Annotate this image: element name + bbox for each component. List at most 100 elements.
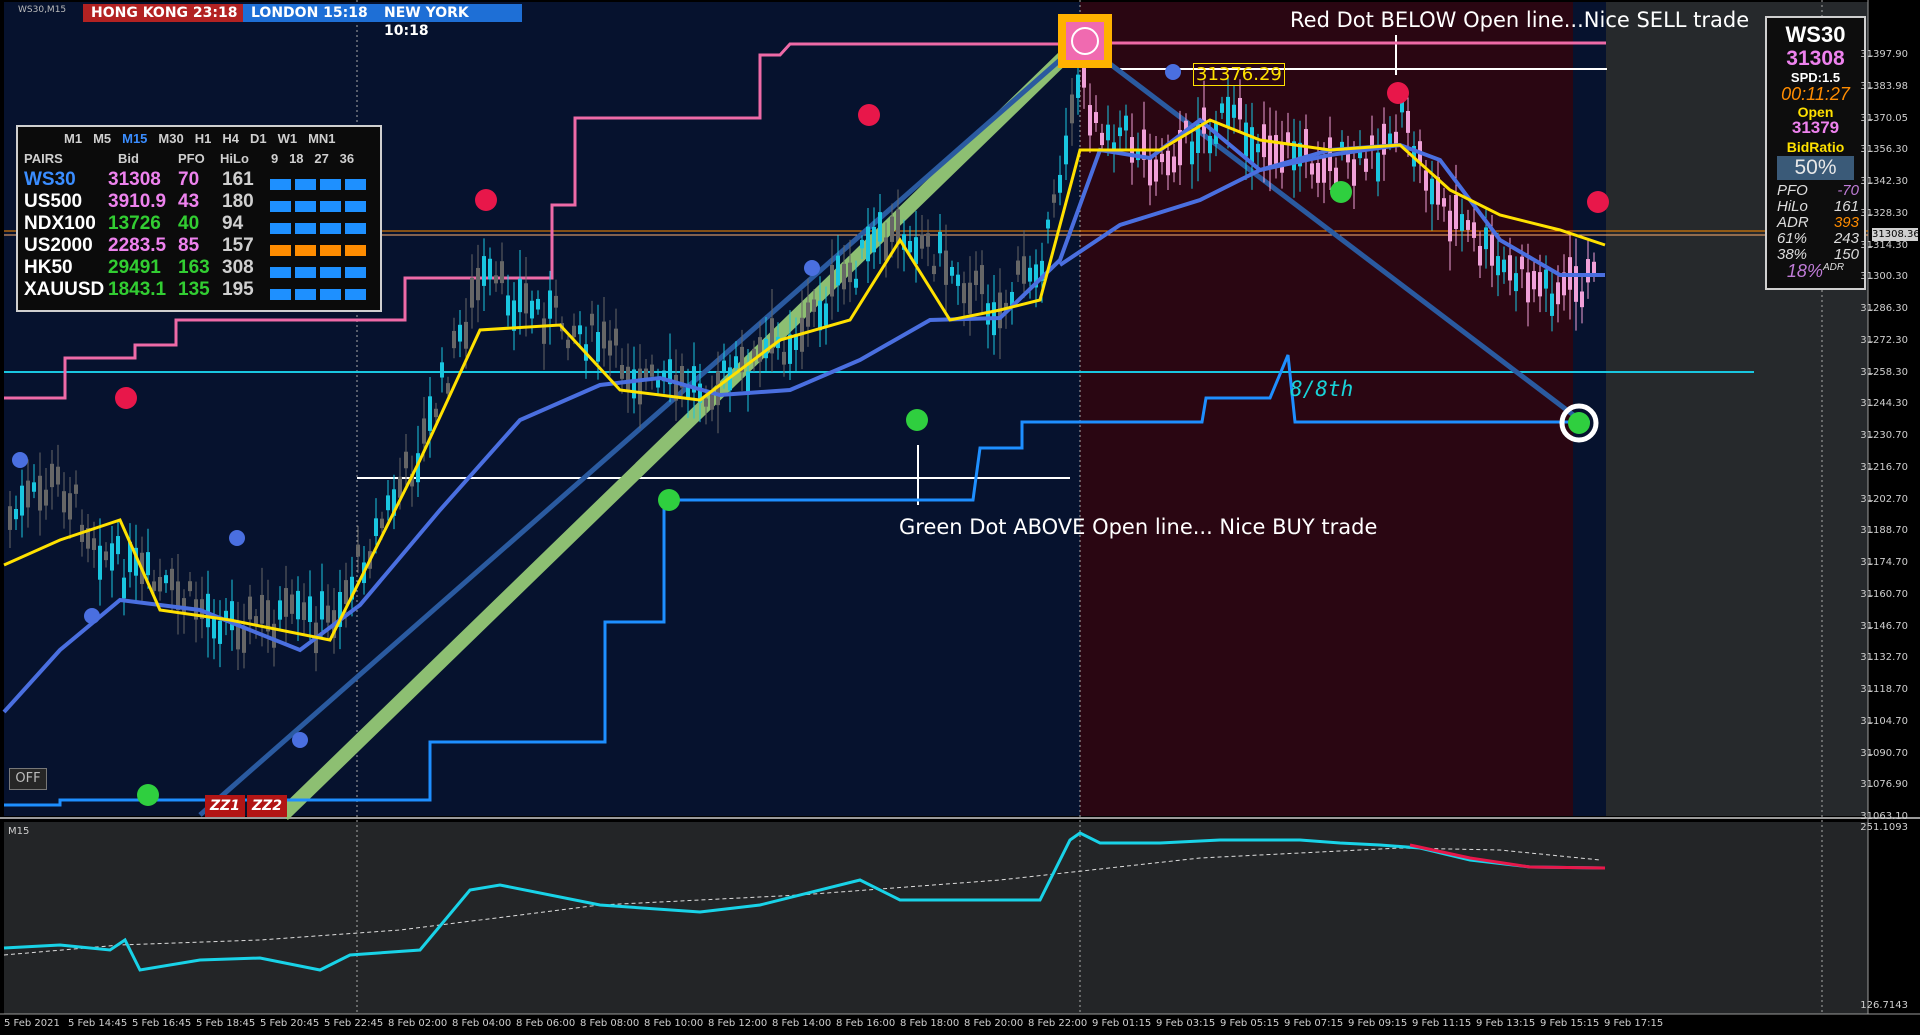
y-axis-label: 31076.90	[1860, 779, 1908, 791]
pairs-header: PAIRS	[24, 151, 63, 166]
candle-body	[1088, 105, 1092, 136]
candle-body	[866, 226, 870, 262]
pair-pair: US500	[24, 191, 83, 212]
timeframe-d1[interactable]: D1	[250, 131, 267, 146]
candle-body	[1514, 273, 1518, 292]
candle-body	[32, 482, 36, 492]
off-button[interactable]: OFF	[9, 768, 47, 790]
timeframe-h1[interactable]: H1	[195, 131, 212, 146]
info-stat-row: ADR 393	[1777, 214, 1863, 231]
candle-body	[1046, 219, 1050, 229]
y-axis-label: 31118.70	[1860, 684, 1908, 695]
x-axis-label: 8 Feb 06:00	[516, 1018, 576, 1029]
candle-body	[386, 495, 390, 511]
x-axis-label: 5 Feb 14:45	[68, 1018, 128, 1029]
timeframe-h4[interactable]: H4	[222, 131, 239, 146]
candle-body	[1376, 152, 1380, 182]
candle-body	[500, 261, 504, 284]
buy-signal-dot	[1330, 181, 1352, 203]
candle-body	[1304, 129, 1308, 156]
trend-bar	[295, 267, 316, 278]
pair-row[interactable]: US2000 2283.5 85 157	[24, 235, 374, 257]
candle-body	[482, 256, 486, 286]
candle-body	[302, 602, 306, 620]
candle-body	[434, 408, 438, 418]
candle-body	[1472, 222, 1476, 238]
timeframe-selector[interactable]: M1 M5 M15 M30 H1 H4 D1 W1 MN1	[64, 131, 347, 146]
y-axis-label: 31090.70	[1860, 747, 1908, 759]
bid-header: Bid	[118, 151, 139, 166]
candle-body	[374, 518, 378, 537]
price-tag: 31376.29	[1193, 63, 1285, 86]
candle-body	[242, 626, 246, 653]
sub-pane-bg	[4, 822, 1868, 1014]
candle-body	[1124, 115, 1128, 131]
timeframe-m30[interactable]: M30	[158, 131, 183, 146]
x-axis-label: 8 Feb 08:00	[580, 1018, 640, 1029]
pair-row[interactable]: NDX100 13726 40 94	[24, 213, 374, 235]
timeframe-m15[interactable]: M15	[122, 131, 147, 146]
candle-body	[1424, 170, 1428, 191]
candle-body	[944, 250, 948, 285]
timeframe-w1[interactable]: W1	[278, 131, 298, 146]
trend-bar	[320, 267, 341, 278]
x-axis-label: 8 Feb 16:00	[836, 1018, 896, 1029]
pair-bid: 3910.9	[108, 191, 167, 212]
x-axis-label: 9 Feb 03:15	[1156, 1018, 1216, 1029]
buy-signal-dot	[1568, 412, 1590, 434]
candle-body	[158, 577, 162, 592]
y-axis-label: 31258.30	[1860, 366, 1908, 378]
x-axis-label: 5 Feb 18:45	[196, 1018, 256, 1029]
candle-body	[602, 321, 606, 349]
candle-body	[1466, 220, 1470, 230]
pair-pfo: 40	[178, 213, 200, 234]
x-axis-label: 8 Feb 12:00	[708, 1018, 768, 1029]
candle-body	[26, 480, 30, 508]
x-axis-label: 9 Feb 11:15	[1412, 1018, 1472, 1029]
zz1-marker[interactable]: ZZ1	[205, 795, 246, 817]
y-axis-label: 31300.30	[1860, 271, 1908, 283]
pair-row[interactable]: HK50 29491 163 308	[24, 257, 374, 279]
timeframe-mn1[interactable]: MN1	[308, 131, 335, 146]
zz2-marker[interactable]: ZZ2	[247, 795, 288, 817]
candle-body	[1592, 261, 1596, 274]
trend-bar	[320, 223, 341, 234]
pair-row[interactable]: WS30 31308 70 161	[24, 169, 374, 191]
candle-body	[1280, 144, 1284, 173]
candle-body	[110, 543, 114, 571]
candle-body	[596, 332, 600, 362]
candle-body	[146, 552, 150, 576]
pair-row[interactable]: XAUUSD 1843.1 135 195	[24, 279, 374, 301]
timeframe-m5[interactable]: M5	[93, 131, 111, 146]
candle-body	[824, 303, 828, 326]
timeframe-m1[interactable]: M1	[64, 131, 82, 146]
candle-body	[1244, 122, 1248, 157]
sell-signal-dot	[1587, 191, 1609, 213]
y-axis-label: 31342.30	[1860, 176, 1908, 187]
candle-body	[1430, 178, 1434, 205]
trend-bar	[270, 245, 291, 256]
y-axis-label: 31244.30	[1860, 398, 1908, 410]
x-axis-label: 9 Feb 17:15	[1604, 1018, 1664, 1029]
candle-body	[170, 568, 174, 591]
info-bidratio-value: 50%	[1777, 156, 1854, 180]
candle-body	[380, 518, 384, 529]
x-axis-label: 8 Feb 20:00	[964, 1018, 1024, 1029]
pair-bid: 13726	[108, 213, 161, 234]
sell-signal-dot	[115, 387, 137, 409]
candle-body	[704, 398, 708, 407]
candle-body	[422, 418, 426, 444]
pair-row[interactable]: US500 3910.9 43 180	[24, 191, 374, 213]
pair-bid: 2283.5	[108, 235, 167, 256]
trend-bar	[320, 179, 341, 190]
candle-body	[212, 618, 216, 639]
pair-pfo: 163	[178, 257, 210, 278]
session-highlight	[1080, 2, 1573, 816]
trend-bar	[345, 267, 366, 278]
candle-body	[1448, 210, 1452, 242]
candle-body	[1502, 259, 1506, 273]
candle-body	[1520, 256, 1524, 270]
candle-body	[1550, 293, 1554, 316]
candle-body	[74, 484, 78, 494]
candle-body	[818, 300, 822, 331]
